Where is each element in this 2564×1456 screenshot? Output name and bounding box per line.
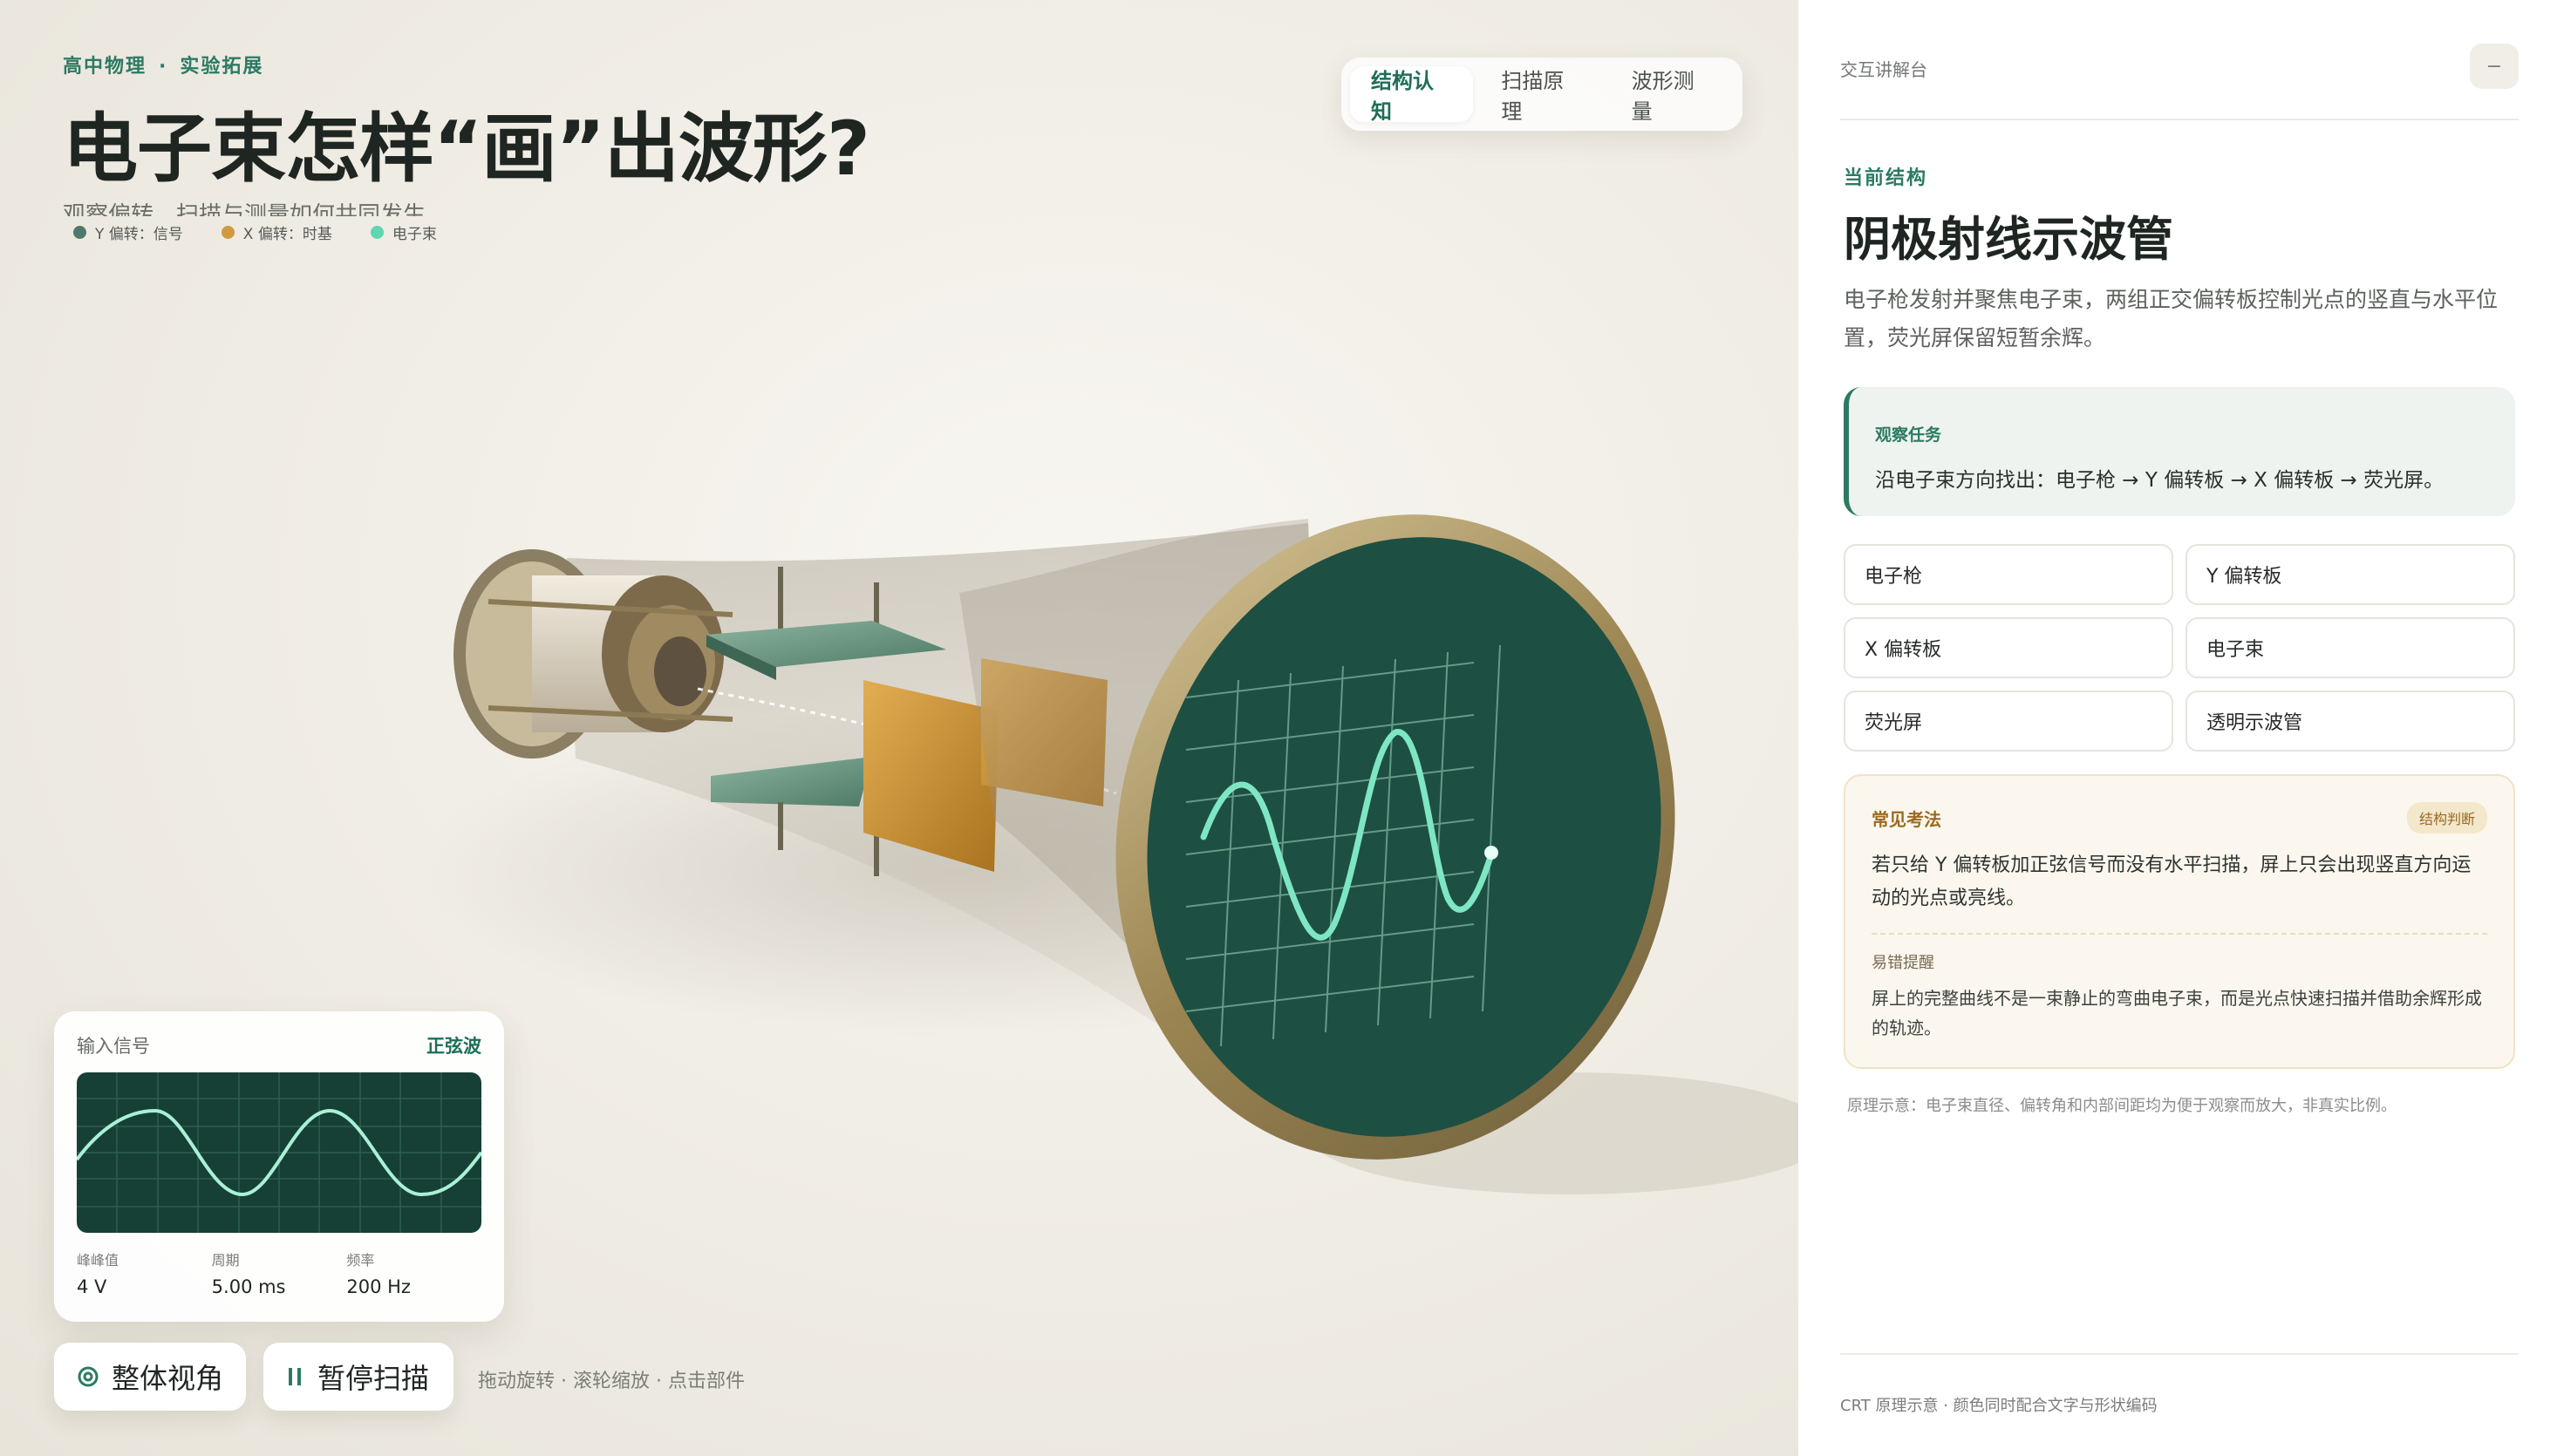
signal-type[interactable]: 正弦波	[426, 1032, 481, 1058]
panel-divider-bottom	[1840, 1353, 2519, 1355]
panel-divider-top	[1840, 119, 2519, 120]
legend-item-y: Y 偏转：信号	[73, 221, 183, 243]
tab-waveform-measure[interactable]: 波形测量	[1611, 66, 1734, 124]
signal-stats: 峰峰值 4 V 周期 5.00 ms 频率 200 Hz	[77, 1248, 481, 1297]
stat-value: 200 Hz	[346, 1276, 411, 1297]
beam-spot	[1484, 846, 1498, 860]
stat-value: 5.00 ms	[211, 1276, 286, 1297]
component-electron-beam[interactable]: 电子束	[2186, 617, 2515, 678]
component-transparent-tube[interactable]: 透明示波管	[2186, 691, 2515, 752]
legend-label-x: X 偏转：时基	[242, 226, 332, 243]
pause-icon	[289, 1368, 301, 1385]
stat-period: 周期 5.00 ms	[212, 1248, 347, 1297]
pause-scan-label: 暂停扫描	[317, 1362, 430, 1395]
overall-view-button[interactable]: 整体视角	[54, 1343, 246, 1411]
target-icon	[78, 1366, 99, 1387]
component-electron-gun[interactable]: 电子枪	[1844, 544, 2173, 605]
stat-key: 周期	[211, 1252, 240, 1269]
pause-scan-button[interactable]: 暂停扫描	[263, 1343, 453, 1411]
exam-separator	[1872, 933, 2487, 935]
component-screen[interactable]: 荧光屏	[1844, 691, 2173, 752]
stat-peak-to-peak: 峰峰值 4 V	[77, 1248, 212, 1297]
exam-badge: 结构判断	[2406, 802, 2487, 833]
tab-structure[interactable]: 结构认知	[1350, 66, 1474, 124]
component-y-plate[interactable]: Y 偏转板	[2186, 544, 2515, 605]
interaction-hint: 拖动旋转 · 滚轮缩放 · 点击部件	[478, 1371, 745, 1392]
stage[interactable]: 高中物理 · 实验拓展 电子束怎样“画”出波形? 观察偏转、扫描与测量如何共同发生 …	[0, 0, 1798, 1456]
tab-scan-principle[interactable]: 扫描原理	[1480, 66, 1603, 124]
observation-task: 观察任务 沿电子束方向找出：电子枪 → Y 偏转板 → X 偏转板 → 荧光屏。	[1844, 387, 2515, 516]
current-structure-title: 阴极射线示波管	[1844, 212, 2173, 267]
signal-label: 输入信号	[77, 1036, 150, 1057]
signal-scope	[77, 1072, 481, 1233]
legend-label-beam: 电子束	[392, 226, 437, 243]
stat-key: 频率	[346, 1252, 375, 1269]
legend-item-x: X 偏转：时基	[221, 221, 332, 243]
stat-value: 4 V	[77, 1276, 107, 1297]
current-structure-description: 电子枪发射并聚焦电子束，两组正交偏转板控制光点的竖直与水平位置，荧光屏保留短暂余…	[1844, 287, 2499, 350]
page-subtitle: 观察偏转、扫描与测量如何共同发生	[63, 202, 426, 216]
legend-dot-x	[221, 226, 235, 239]
panel-header: 交互讲解台	[1840, 59, 1927, 80]
panel-footer: CRT 原理示意 · 颜色同时配合文字与形状编码	[1840, 1397, 2158, 1415]
mistake-label: 易错提醒	[1872, 954, 1934, 972]
legend-dot-beam	[370, 226, 384, 239]
legend-label-y: Y 偏转：信号	[95, 226, 183, 243]
view-tabs: 结构认知 扫描原理 波形测量	[1341, 58, 1742, 131]
legend-item-beam: 电子束	[370, 221, 437, 243]
signal-waveform	[77, 1072, 481, 1233]
scale-note: 原理示意：电子束直径、偏转角和内部间距均为便于观察而放大，非真实比例。	[1847, 1097, 2397, 1115]
collapse-button[interactable]: −	[2470, 44, 2519, 89]
overall-view-label: 整体视角	[112, 1362, 224, 1395]
current-structure-label: 当前结构	[1844, 167, 1928, 189]
eyebrow: 高中物理 · 实验拓展	[63, 51, 263, 78]
exam-label: 常见考法	[1872, 808, 1941, 830]
legend: Y 偏转：信号 X 偏转：时基 电子束	[73, 221, 437, 243]
eyebrow-category: 实验拓展	[180, 56, 264, 78]
signal-card: 输入信号 正弦波 峰峰值 4 V 周期 5.00 ms 频率 200 Hz	[54, 1011, 504, 1322]
exam-text: 若只给 Y 偏转板加正弦信号而没有水平扫描，屏上只会出现竖直方向运动的光点或亮线…	[1872, 854, 2472, 909]
stat-key: 峰峰值	[77, 1252, 119, 1269]
page-title: 电子束怎样“画”出波形?	[63, 105, 870, 193]
exam-header: 常见考法 结构判断	[1872, 802, 2487, 833]
task-label: 观察任务	[1875, 425, 1942, 445]
task-text: 沿电子束方向找出：电子枪 → Y 偏转板 → X 偏转板 → 荧光屏。	[1875, 469, 2445, 492]
component-x-plate[interactable]: X 偏转板	[1844, 617, 2173, 678]
legend-dot-y	[73, 226, 86, 239]
signal-card-header: 输入信号 正弦波	[77, 1032, 481, 1058]
exam-card: 常见考法 结构判断 若只给 Y 偏转板加正弦信号而没有水平扫描，屏上只会出现竖直…	[1844, 774, 2515, 1069]
eyebrow-separator: ·	[159, 56, 168, 78]
eyebrow-subject: 高中物理	[63, 56, 147, 78]
stat-frequency: 频率 200 Hz	[346, 1248, 481, 1297]
mistake-text: 屏上的完整曲线不是一束静止的弯曲电子束，而是光点快速扫描并借助余辉形成的轨迹。	[1872, 988, 2482, 1038]
